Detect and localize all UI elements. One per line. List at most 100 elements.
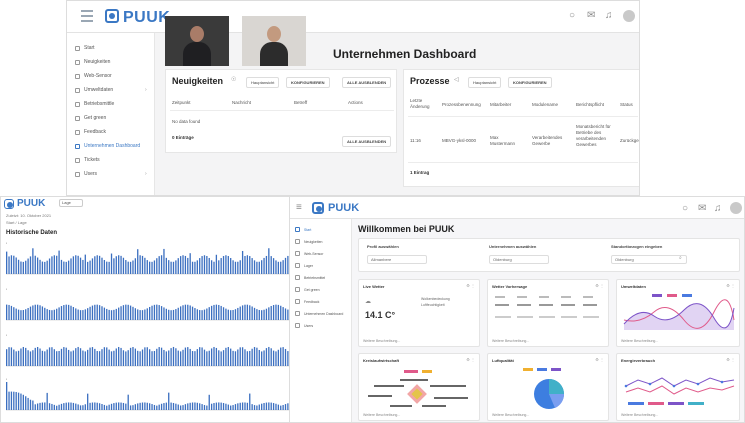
view-select[interactable]: Hauptansicht bbox=[468, 77, 502, 88]
column-header[interactable]: Actions bbox=[348, 100, 363, 105]
chart-bar bbox=[106, 308, 108, 320]
chart-bar bbox=[182, 349, 184, 366]
chart-bar bbox=[56, 351, 58, 366]
chart-bar bbox=[15, 257, 17, 274]
chart-bar bbox=[32, 305, 34, 320]
profile-select[interactable]: Allmanbere bbox=[367, 255, 427, 264]
widget-footer[interactable]: Weitere Beschreibung... bbox=[492, 413, 529, 417]
avatar[interactable] bbox=[730, 202, 742, 214]
configure-button[interactable]: KONFIGURIEREN bbox=[508, 77, 552, 88]
chart-bar bbox=[141, 255, 144, 274]
chart-bar bbox=[234, 404, 237, 410]
chart-bar bbox=[48, 258, 51, 274]
sidebar-item-get-green[interactable]: Get green bbox=[295, 287, 320, 292]
configure-button[interactable]: KONFIGURIEREN bbox=[286, 77, 330, 88]
chart-bar bbox=[241, 305, 244, 320]
chart-bar bbox=[144, 402, 146, 410]
sidebar-item-start[interactable]: Start bbox=[295, 227, 311, 232]
chart-bar bbox=[199, 347, 201, 366]
bell-icon[interactable]: ♫ bbox=[714, 203, 722, 214]
sidebar-item-environment[interactable]: Umweltdaten bbox=[75, 87, 113, 93]
video-call-tile-man bbox=[242, 16, 306, 66]
sidebar-item-users[interactable]: Users bbox=[295, 323, 313, 328]
sidebar-item-get-green[interactable]: Get green bbox=[75, 115, 106, 121]
sidebar-item-feedback[interactable]: Feedback bbox=[75, 129, 106, 135]
chart-bar bbox=[275, 304, 277, 320]
chart-bar bbox=[265, 402, 268, 410]
sidebar-item-start[interactable]: Start bbox=[75, 45, 95, 51]
column-header[interactable]: Status bbox=[620, 102, 633, 107]
chart-bar bbox=[48, 403, 51, 410]
menu-icon[interactable]: ≡ bbox=[296, 202, 302, 213]
sidebar-item-company-dashboard[interactable]: Unternehmen Dashboard bbox=[295, 311, 343, 316]
column-header[interactable]: Letzte Änderung bbox=[410, 98, 432, 110]
column-header[interactable]: Nachricht bbox=[232, 100, 251, 105]
chevron-right-icon[interactable]: › bbox=[145, 87, 147, 93]
sidebar-item-tickets[interactable]: Tickets bbox=[75, 157, 100, 163]
column-header[interactable]: Zeitpunkt bbox=[172, 100, 191, 105]
sidebar-item-equipment[interactable]: Betriebsmittel bbox=[295, 275, 325, 280]
chart-bar bbox=[25, 396, 27, 410]
chart-bar bbox=[106, 347, 108, 366]
settings-icon[interactable]: ⚙ ⋮ bbox=[466, 283, 475, 288]
column-header[interactable]: Mitarbeiter bbox=[490, 102, 511, 107]
sidebar-item-web-sensor[interactable]: Web-Sensor bbox=[75, 73, 112, 79]
sidebar-item-news[interactable]: Neuigkeiten bbox=[295, 239, 322, 244]
chart-bar bbox=[168, 392, 170, 410]
chart-bar bbox=[96, 351, 98, 366]
widget-footer[interactable]: Weitere Beschreibung... bbox=[363, 339, 400, 343]
search-icon[interactable]: ○ bbox=[682, 203, 688, 214]
location-input[interactable]: Oldenburg bbox=[611, 255, 687, 264]
news-card-title: Neuigkeiten bbox=[172, 76, 224, 86]
widget-footer[interactable]: Weitere Beschreibung... bbox=[492, 339, 529, 343]
mail-icon[interactable]: ✉ bbox=[698, 203, 706, 214]
hide-all-footer-button[interactable]: ALLE AUSBLENDEN bbox=[342, 136, 392, 147]
sidebar-item-storage[interactable]: Lager bbox=[295, 263, 313, 268]
chart-bar bbox=[251, 306, 253, 320]
chart-bar bbox=[165, 308, 167, 320]
avatar[interactable] bbox=[623, 10, 635, 22]
sidebar-item-equipment[interactable]: Betriebsmittle bbox=[75, 101, 114, 107]
sidebar-item-company-dashboard[interactable]: Unternehmen Dashboard bbox=[75, 143, 140, 149]
sidebar-item-feedback[interactable]: Feedback bbox=[295, 299, 319, 304]
widget-live-weather: Live Wetter ⚙ ⋮ ☁ 14.1 C° Wolkenbedeckun… bbox=[358, 279, 480, 347]
chart-bar bbox=[125, 260, 127, 274]
settings-icon[interactable]: ⚙ ⋮ bbox=[595, 357, 604, 362]
settings-icon[interactable]: ⚙ ⋮ bbox=[726, 283, 735, 288]
bell-icon[interactable]: ♫ bbox=[605, 10, 613, 21]
company-select[interactable]: Oldenburg bbox=[489, 255, 549, 264]
chevron-right-icon[interactable]: › bbox=[145, 171, 147, 177]
chart-bar bbox=[206, 405, 208, 410]
column-header[interactable]: Modulename bbox=[532, 102, 558, 107]
settings-icon[interactable]: ⚙ ⋮ bbox=[726, 357, 735, 362]
search-icon[interactable]: ○ bbox=[569, 10, 575, 21]
column-header[interactable]: Prozessbenennung bbox=[442, 102, 481, 107]
view-select[interactable]: Hauptansicht bbox=[246, 77, 280, 88]
chart-bar bbox=[179, 351, 182, 366]
hide-all-button[interactable]: ALLE AUSBLENDEN bbox=[342, 77, 392, 88]
settings-icon[interactable]: ⚙ ⋮ bbox=[595, 283, 604, 288]
menu-icon[interactable] bbox=[81, 10, 93, 22]
column-header[interactable]: Betreff bbox=[294, 100, 307, 105]
chart-bar bbox=[151, 404, 153, 410]
column-header[interactable]: Berichtspflicht bbox=[576, 102, 604, 107]
chart-bar bbox=[163, 403, 165, 410]
chart-bar bbox=[160, 255, 163, 274]
widget-title: Wetter Vorhersage bbox=[492, 284, 528, 289]
location-select[interactable]: Lage bbox=[59, 199, 83, 207]
chart-bar bbox=[203, 349, 206, 366]
breadcrumb[interactable]: Start / Lage bbox=[6, 220, 27, 225]
chart-bar bbox=[187, 257, 189, 274]
sidebar-item-web-sensor[interactable]: Web-Sensor bbox=[295, 251, 323, 256]
mail-icon[interactable]: ✉ bbox=[587, 10, 595, 21]
widget-footer[interactable]: Weitere Beschreibung... bbox=[621, 413, 658, 417]
sidebar-item-news[interactable]: Neuigkeiten bbox=[75, 59, 110, 65]
widget-footer[interactable]: Weitere Beschreibung... bbox=[621, 339, 658, 343]
sidebar-item-users[interactable]: Users bbox=[75, 171, 97, 177]
widget-footer[interactable]: Weitere Beschreibung... bbox=[363, 413, 400, 417]
search-icon[interactable]: ⌕ bbox=[679, 255, 682, 261]
chart-bar bbox=[210, 260, 213, 274]
chart-bar bbox=[170, 348, 172, 366]
chart-bar bbox=[244, 402, 246, 410]
settings-icon[interactable]: ⚙ ⋮ bbox=[466, 357, 475, 362]
